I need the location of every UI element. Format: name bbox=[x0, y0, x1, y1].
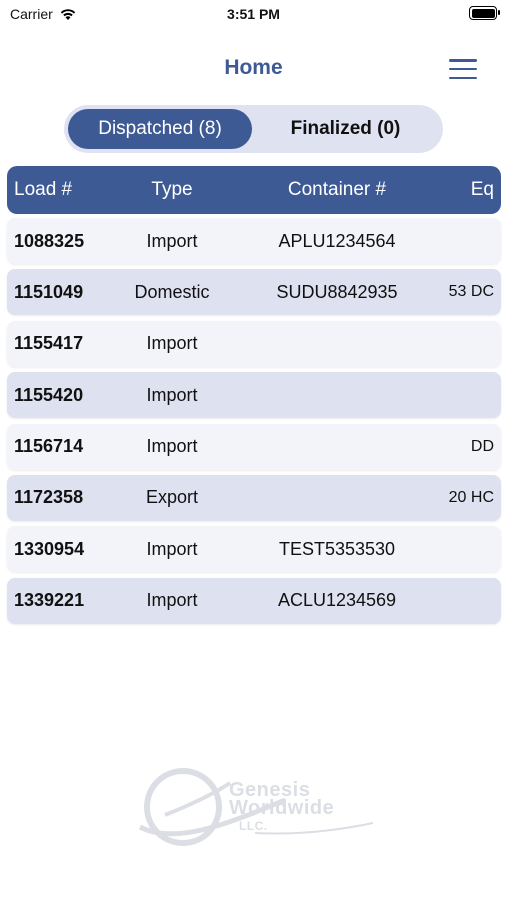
container-number bbox=[252, 424, 422, 470]
load-type: Import bbox=[146, 230, 198, 251]
equipment: 53 DC bbox=[448, 283, 494, 301]
load-number: 1172358 bbox=[14, 487, 84, 508]
table-row[interactable]: 1156714 Import DD bbox=[7, 423, 501, 470]
column-header-container: Container # bbox=[287, 179, 387, 200]
equipment bbox=[414, 578, 494, 624]
table-row[interactable]: 1155420 Import bbox=[7, 372, 501, 419]
page-title: Home bbox=[224, 56, 283, 79]
table-row[interactable]: 1151049 Domestic SUDU8842935 53 DC bbox=[7, 269, 501, 316]
load-number: 1339221 bbox=[14, 590, 85, 611]
load-type: Import bbox=[146, 333, 198, 354]
logo-line-3: LLC. bbox=[239, 819, 268, 833]
load-type: Import bbox=[146, 384, 198, 405]
status-segmented-control: Dispatched (8) Finalized (0) bbox=[64, 105, 443, 153]
equipment bbox=[414, 321, 494, 367]
load-type: Import bbox=[146, 436, 198, 457]
load-type: Import bbox=[146, 538, 198, 559]
battery-icon bbox=[469, 6, 500, 20]
tab-dispatched[interactable]: Dispatched (8) bbox=[68, 109, 252, 149]
table-row[interactable]: 1155417 Import bbox=[7, 320, 501, 367]
equipment: 20 HC bbox=[448, 488, 494, 506]
equipment bbox=[414, 218, 494, 264]
table-row[interactable]: 1330954 Import TEST5353530 bbox=[7, 526, 501, 573]
container-number bbox=[252, 372, 422, 418]
table-row[interactable]: 1172358 Export 20 HC bbox=[7, 474, 501, 521]
load-number: 1155417 bbox=[14, 333, 84, 354]
load-type: Import bbox=[146, 590, 198, 611]
container-number bbox=[252, 321, 422, 367]
logo-line-2: Worldwide bbox=[229, 797, 335, 819]
container-number: TEST5353530 bbox=[278, 538, 396, 559]
column-header-eq: Eq bbox=[470, 179, 494, 200]
container-number: APLU1234564 bbox=[278, 230, 396, 251]
load-number: 1156714 bbox=[14, 436, 84, 457]
load-type: Export bbox=[145, 487, 199, 508]
equipment bbox=[414, 526, 494, 572]
load-number: 1155420 bbox=[14, 384, 84, 405]
load-number: 1151049 bbox=[14, 281, 84, 302]
column-header-load: Load # bbox=[14, 179, 73, 200]
column-header-type: Type bbox=[151, 179, 193, 200]
table-header: Load # Type Container # Eq bbox=[7, 166, 501, 214]
load-number: 1088325 bbox=[14, 230, 85, 251]
table-row[interactable]: 1088325 Import APLU1234564 bbox=[7, 218, 501, 264]
load-type: Domestic bbox=[134, 281, 210, 302]
tab-finalized[interactable]: Finalized (0) bbox=[252, 109, 439, 149]
company-logo-watermark: Genesis Worldwide LLC. bbox=[135, 765, 375, 855]
logo-text: Genesis Worldwide LLC. bbox=[229, 780, 335, 835]
equipment bbox=[414, 372, 494, 418]
container-number: ACLU1234569 bbox=[277, 590, 397, 611]
status-bar: Carrier 3:51 PM bbox=[0, 0, 507, 28]
load-number: 1330954 bbox=[14, 538, 85, 559]
table-row[interactable]: 1339221 Import ACLU1234569 bbox=[7, 577, 501, 624]
equipment: DD bbox=[470, 437, 494, 455]
hamburger-menu-icon[interactable] bbox=[449, 59, 477, 79]
container-number bbox=[252, 475, 422, 521]
container-number: SUDU8842935 bbox=[276, 281, 398, 302]
clock: 3:51 PM bbox=[227, 6, 280, 22]
loads-list: 1088325 Import APLU1234564 1151049 Domes… bbox=[7, 218, 501, 629]
